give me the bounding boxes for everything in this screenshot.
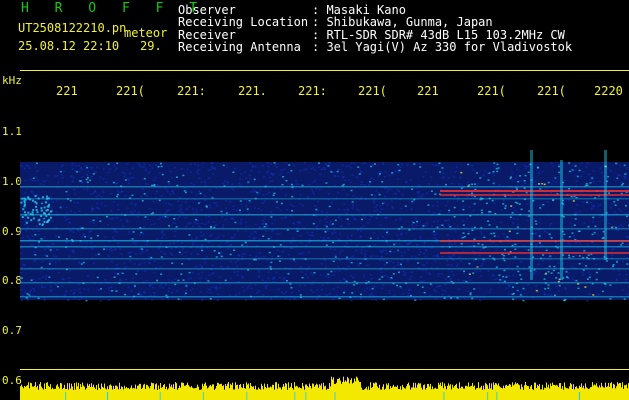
meteor-streak [530,150,533,280]
carrier-line [20,186,629,188]
carrier-strong [440,190,629,192]
carrier-line [20,198,629,200]
meteor-streak [560,160,563,280]
carrier-line [20,246,629,248]
carrier-line [20,268,629,270]
carrier-line [20,228,629,230]
carrier-strong [440,252,629,254]
carrier-line [20,214,629,216]
carrier-line [20,258,629,260]
spectrogram [20,150,629,400]
carrier-strong [440,240,629,242]
carrier-line [20,296,629,298]
carrier-line [20,282,629,284]
signal-band [20,162,629,300]
carrier-strong [440,194,629,196]
meteor-streak [604,150,607,260]
